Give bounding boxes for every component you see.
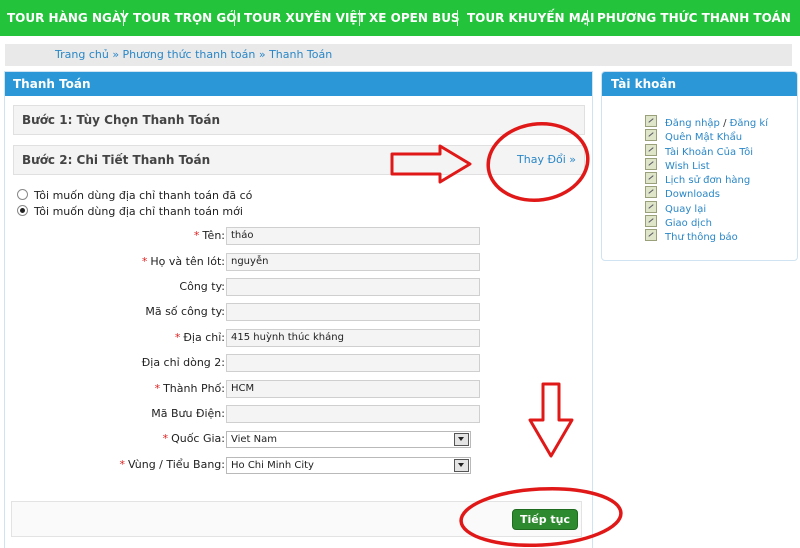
- city-input[interactable]: HCM: [226, 380, 480, 398]
- nav-phuong-thuc-thanh-toan[interactable]: PHƯƠNG THỨC THANH TOÁN: [597, 0, 791, 36]
- breadcrumb-checkout-link[interactable]: Thanh Toán: [269, 48, 332, 61]
- city-label: * Thành Phố:: [154, 382, 225, 395]
- nav-divider: [457, 10, 458, 26]
- register-link[interactable]: Đăng kí: [730, 118, 768, 129]
- account-title: Tài khoản: [611, 77, 677, 91]
- nav-divider: [234, 10, 235, 26]
- account-link-my-account[interactable]: Tài Khoản Của Tôi: [645, 143, 768, 158]
- radio-existing-label: Tôi muốn dùng địa chỉ thanh toán đã có: [34, 189, 253, 202]
- checkout-panel-header: Thanh Toán: [5, 72, 592, 96]
- bullet-icon: [645, 200, 657, 213]
- breadcrumb-separator: »: [258, 48, 266, 61]
- radio-existing-address[interactable]: Tôi muốn dùng địa chỉ thanh toán đã có: [17, 188, 252, 204]
- step-2-title: Bước 2: Chi Tiết Thanh Toán: [22, 153, 211, 167]
- account-login-item: Đăng nhập / Đăng kí: [645, 115, 768, 129]
- continue-bar: [11, 501, 582, 537]
- company-input[interactable]: [226, 278, 480, 296]
- bullet-icon: [645, 172, 657, 185]
- country-select[interactable]: Viet Nam: [226, 431, 471, 448]
- account-link-downloads[interactable]: Downloads: [645, 186, 768, 200]
- address2-label: Địa chỉ dòng 2:: [141, 356, 225, 369]
- bullet-icon: [645, 129, 657, 142]
- address1-label: * Địa chỉ:: [174, 331, 225, 344]
- first-name-label: * Tên:: [193, 229, 225, 242]
- nav-tour-hang-ngay[interactable]: TOUR HÀNG NGÀY: [7, 0, 129, 36]
- company-label: Công ty:: [179, 280, 225, 293]
- nav-tour-khuyen-mai[interactable]: TOUR KHUYẾN MẠI: [467, 0, 594, 36]
- login-link[interactable]: Đăng nhập: [665, 118, 720, 129]
- chevron-down-icon[interactable]: [454, 459, 469, 472]
- bullet-icon: [645, 215, 657, 228]
- country-label: * Quốc Gia:: [162, 432, 225, 445]
- radio-new-label: Tôi muốn dùng địa chỉ thanh toán mới: [34, 205, 243, 218]
- account-box-header: Tài khoản: [602, 72, 797, 96]
- bullet-icon: [645, 229, 657, 242]
- postcode-input[interactable]: [226, 405, 480, 423]
- chevron-down-icon[interactable]: [454, 433, 469, 446]
- account-link-returns[interactable]: Quay lại: [645, 200, 768, 215]
- step-1-header[interactable]: Bước 1: Tùy Chọn Thanh Toán: [13, 105, 585, 135]
- breadcrumb-separator: »: [112, 48, 120, 61]
- nav-tour-xuyen-viet[interactable]: TOUR XUYÊN VIỆT: [244, 0, 366, 36]
- nav-xe-open-bus[interactable]: XE OPEN BUS: [369, 0, 460, 36]
- step-2-header: Bước 2: Chi Tiết Thanh Toán Thay Đổi »: [13, 145, 585, 175]
- bullet-icon: [645, 157, 657, 170]
- step-1-title: Bước 1: Tùy Chọn Thanh Toán: [22, 113, 221, 127]
- nav-divider: [359, 10, 360, 26]
- account-link-wish-list[interactable]: Wish List: [645, 157, 768, 172]
- region-label: * Vùng / Tiểu Bang:: [119, 458, 225, 471]
- top-nav: TOUR HÀNG NGÀY TOUR TRỌN GÓI TOUR XUYÊN …: [0, 0, 800, 36]
- nav-divider: [587, 10, 588, 26]
- last-name-label: * Họ và tên lót:: [141, 255, 225, 268]
- account-link-forgot-password[interactable]: Quên Mật Khẩu: [645, 129, 768, 143]
- bullet-icon: [645, 186, 657, 199]
- account-box: Tài khoản Đăng nhập / Đăng kí Quên Mật K…: [601, 71, 798, 261]
- account-link-newsletter[interactable]: Thư thông báo: [645, 229, 768, 243]
- radio-button[interactable]: [17, 189, 28, 200]
- region-select[interactable]: Ho Chi Minh City: [226, 457, 471, 474]
- checkout-panel: Thanh Toán Bước 1: Tùy Chọn Thanh Toán B…: [4, 71, 593, 548]
- breadcrumb: Trang chủ » Phương thức thanh toán » Tha…: [5, 44, 792, 66]
- bullet-icon: [645, 115, 657, 127]
- nav-divider: [123, 10, 124, 26]
- radio-new-address[interactable]: Tôi muốn dùng địa chỉ thanh toán mới: [17, 204, 243, 220]
- postcode-label: Mã Bưu Điện:: [151, 407, 225, 420]
- account-link-order-history[interactable]: Lịch sử đơn hàng: [645, 172, 768, 186]
- company-id-input[interactable]: [226, 303, 480, 321]
- account-links: Đăng nhập / Đăng kí Quên Mật Khẩu Tài Kh…: [645, 115, 768, 244]
- nav-tour-tron-goi[interactable]: TOUR TRỌN GÓI: [133, 0, 241, 36]
- breadcrumb-payment-methods-link[interactable]: Phương thức thanh toán: [123, 48, 256, 61]
- edit-link[interactable]: Thay Đổi »: [517, 146, 576, 174]
- bullet-icon: [645, 143, 657, 156]
- address1-input[interactable]: 415 huỳnh thúc kháng: [226, 329, 480, 347]
- account-link-transactions[interactable]: Giao dịch: [645, 215, 768, 229]
- continue-button[interactable]: Tiếp tục: [512, 509, 578, 530]
- checkout-title: Thanh Toán: [13, 77, 91, 91]
- first-name-input[interactable]: tháo: [226, 227, 480, 245]
- last-name-input[interactable]: nguyễn: [226, 253, 480, 271]
- radio-button-selected[interactable]: [17, 205, 28, 216]
- breadcrumb-home-link[interactable]: Trang chủ: [55, 48, 109, 61]
- address2-input[interactable]: [226, 354, 480, 372]
- slash-separator: /: [723, 118, 727, 129]
- company-id-label: Mã số công ty:: [145, 305, 225, 318]
